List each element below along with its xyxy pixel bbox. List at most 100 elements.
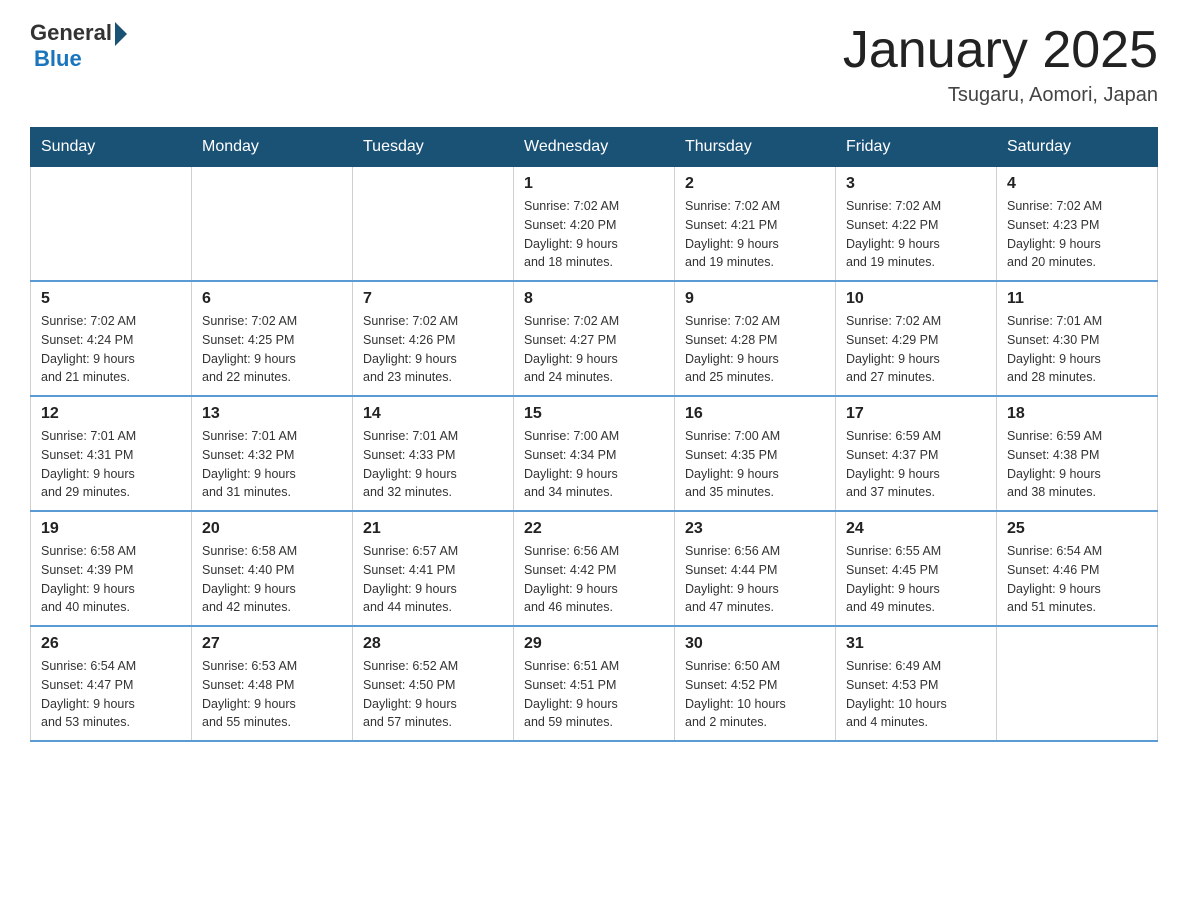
- day-number: 23: [685, 520, 825, 538]
- day-info: Sunrise: 7:02 AM Sunset: 4:25 PM Dayligh…: [202, 312, 342, 387]
- calendar-cell: 10 Sunrise: 7:02 AM Sunset: 4:29 PM Dayli…: [836, 281, 997, 396]
- calendar-cell: 23 Sunrise: 6:56 AM Sunset: 4:44 PM Dayli…: [675, 511, 836, 626]
- day-info: Sunrise: 7:02 AM Sunset: 4:27 PM Dayligh…: [524, 312, 664, 387]
- day-info: Sunrise: 6:57 AM Sunset: 4:41 PM Dayligh…: [363, 542, 503, 617]
- day-number: 22: [524, 520, 664, 538]
- calendar-body: 1 Sunrise: 7:02 AM Sunset: 4:20 PM Daylig…: [31, 167, 1158, 742]
- day-info: Sunrise: 7:02 AM Sunset: 4:20 PM Dayligh…: [524, 197, 664, 272]
- day-info: Sunrise: 6:58 AM Sunset: 4:40 PM Dayligh…: [202, 542, 342, 617]
- day-number: 2: [685, 175, 825, 193]
- day-number: 18: [1007, 405, 1147, 423]
- day-number: 21: [363, 520, 503, 538]
- calendar-cell: 3Sunrise: 7:02 AM Sunset: 4:22 PM Daylig…: [836, 167, 997, 282]
- day-info: Sunrise: 7:02 AM Sunset: 4:23 PM Dayligh…: [1007, 197, 1147, 272]
- day-info: Sunrise: 6:56 AM Sunset: 4:44 PM Dayligh…: [685, 542, 825, 617]
- day-info: Sunrise: 6:56 AM Sunset: 4:42 PM Dayligh…: [524, 542, 664, 617]
- title-section: January 2025 Tsugaru, Aomori, Japan: [843, 20, 1158, 107]
- day-info: Sunrise: 7:01 AM Sunset: 4:31 PM Dayligh…: [41, 427, 181, 502]
- calendar-header: SundayMondayTuesdayWednesdayThursdayFrid…: [31, 128, 1158, 167]
- days-of-week-row: SundayMondayTuesdayWednesdayThursdayFrid…: [31, 128, 1158, 167]
- day-of-week-header: Tuesday: [353, 128, 514, 167]
- day-info: Sunrise: 6:54 AM Sunset: 4:46 PM Dayligh…: [1007, 542, 1147, 617]
- day-info: Sunrise: 7:02 AM Sunset: 4:29 PM Dayligh…: [846, 312, 986, 387]
- day-number: 10: [846, 290, 986, 308]
- day-info: Sunrise: 6:55 AM Sunset: 4:45 PM Dayligh…: [846, 542, 986, 617]
- calendar-cell: 7 Sunrise: 7:02 AM Sunset: 4:26 PM Daylig…: [353, 281, 514, 396]
- day-of-week-header: Saturday: [997, 128, 1158, 167]
- calendar-cell: [192, 167, 353, 282]
- calendar-cell: 27 Sunrise: 6:53 AM Sunset: 4:48 PM Dayli…: [192, 626, 353, 741]
- day-number: 9: [685, 290, 825, 308]
- day-number: 11: [1007, 290, 1147, 308]
- calendar-cell: [353, 167, 514, 282]
- calendar-cell: 25 Sunrise: 6:54 AM Sunset: 4:46 PM Dayli…: [997, 511, 1158, 626]
- calendar-week-row: 1 Sunrise: 7:02 AM Sunset: 4:20 PM Daylig…: [31, 167, 1158, 282]
- calendar-cell: 22 Sunrise: 6:56 AM Sunset: 4:42 PM Dayli…: [514, 511, 675, 626]
- day-number: 20: [202, 520, 342, 538]
- calendar-cell: 6 Sunrise: 7:02 AM Sunset: 4:25 PM Daylig…: [192, 281, 353, 396]
- calendar-cell: 11Sunrise: 7:01 AM Sunset: 4:30 PM Dayli…: [997, 281, 1158, 396]
- day-number: 1: [524, 175, 664, 193]
- calendar-subtitle: Tsugaru, Aomori, Japan: [843, 84, 1158, 107]
- logo-arrow-icon: [115, 22, 127, 46]
- day-number: 5: [41, 290, 181, 308]
- calendar-cell: 31Sunrise: 6:49 AM Sunset: 4:53 PM Dayli…: [836, 626, 997, 741]
- day-info: Sunrise: 6:59 AM Sunset: 4:38 PM Dayligh…: [1007, 427, 1147, 502]
- calendar-week-row: 5 Sunrise: 7:02 AM Sunset: 4:24 PM Daylig…: [31, 281, 1158, 396]
- day-info: Sunrise: 6:54 AM Sunset: 4:47 PM Dayligh…: [41, 657, 181, 732]
- calendar-cell: 5 Sunrise: 7:02 AM Sunset: 4:24 PM Daylig…: [31, 281, 192, 396]
- day-number: 27: [202, 635, 342, 653]
- calendar-cell: 8 Sunrise: 7:02 AM Sunset: 4:27 PM Daylig…: [514, 281, 675, 396]
- day-number: 8: [524, 290, 664, 308]
- calendar-cell: 24 Sunrise: 6:55 AM Sunset: 4:45 PM Dayli…: [836, 511, 997, 626]
- day-of-week-header: Sunday: [31, 128, 192, 167]
- calendar-week-row: 12 Sunrise: 7:01 AM Sunset: 4:31 PM Dayli…: [31, 396, 1158, 511]
- calendar-cell: 20 Sunrise: 6:58 AM Sunset: 4:40 PM Dayli…: [192, 511, 353, 626]
- day-number: 16: [685, 405, 825, 423]
- day-number: 6: [202, 290, 342, 308]
- calendar-week-row: 19Sunrise: 6:58 AM Sunset: 4:39 PM Dayli…: [31, 511, 1158, 626]
- calendar-week-row: 26 Sunrise: 6:54 AM Sunset: 4:47 PM Dayli…: [31, 626, 1158, 741]
- calendar-cell: 28 Sunrise: 6:52 AM Sunset: 4:50 PM Dayli…: [353, 626, 514, 741]
- day-number: 26: [41, 635, 181, 653]
- day-number: 24: [846, 520, 986, 538]
- calendar-cell: 9 Sunrise: 7:02 AM Sunset: 4:28 PM Daylig…: [675, 281, 836, 396]
- day-info: Sunrise: 6:52 AM Sunset: 4:50 PM Dayligh…: [363, 657, 503, 732]
- calendar-cell: 21 Sunrise: 6:57 AM Sunset: 4:41 PM Dayli…: [353, 511, 514, 626]
- calendar-cell: 1 Sunrise: 7:02 AM Sunset: 4:20 PM Daylig…: [514, 167, 675, 282]
- day-info: Sunrise: 7:02 AM Sunset: 4:24 PM Dayligh…: [41, 312, 181, 387]
- day-info: Sunrise: 6:53 AM Sunset: 4:48 PM Dayligh…: [202, 657, 342, 732]
- calendar-cell: 15 Sunrise: 7:00 AM Sunset: 4:34 PM Dayli…: [514, 396, 675, 511]
- calendar-title: January 2025: [843, 20, 1158, 80]
- day-number: 31: [846, 635, 986, 653]
- day-info: Sunrise: 7:00 AM Sunset: 4:34 PM Dayligh…: [524, 427, 664, 502]
- day-number: 29: [524, 635, 664, 653]
- day-info: Sunrise: 6:50 AM Sunset: 4:52 PM Dayligh…: [685, 657, 825, 732]
- day-number: 4: [1007, 175, 1147, 193]
- day-number: 14: [363, 405, 503, 423]
- day-number: 15: [524, 405, 664, 423]
- day-number: 25: [1007, 520, 1147, 538]
- day-number: 7: [363, 290, 503, 308]
- day-info: Sunrise: 6:58 AM Sunset: 4:39 PM Dayligh…: [41, 542, 181, 617]
- logo: General Blue: [30, 20, 127, 72]
- calendar-cell: [997, 626, 1158, 741]
- day-number: 12: [41, 405, 181, 423]
- day-info: Sunrise: 7:02 AM Sunset: 4:26 PM Dayligh…: [363, 312, 503, 387]
- day-number: 28: [363, 635, 503, 653]
- day-number: 17: [846, 405, 986, 423]
- day-info: Sunrise: 7:01 AM Sunset: 4:32 PM Dayligh…: [202, 427, 342, 502]
- logo-blue-text: Blue: [34, 46, 82, 72]
- day-info: Sunrise: 6:51 AM Sunset: 4:51 PM Dayligh…: [524, 657, 664, 732]
- calendar-cell: 14Sunrise: 7:01 AM Sunset: 4:33 PM Dayli…: [353, 396, 514, 511]
- day-number: 3: [846, 175, 986, 193]
- calendar-cell: 16Sunrise: 7:00 AM Sunset: 4:35 PM Dayli…: [675, 396, 836, 511]
- day-info: Sunrise: 7:02 AM Sunset: 4:28 PM Dayligh…: [685, 312, 825, 387]
- day-of-week-header: Friday: [836, 128, 997, 167]
- calendar-cell: 17Sunrise: 6:59 AM Sunset: 4:37 PM Dayli…: [836, 396, 997, 511]
- logo-general-text: General: [30, 20, 112, 46]
- day-of-week-header: Monday: [192, 128, 353, 167]
- calendar-cell: 4 Sunrise: 7:02 AM Sunset: 4:23 PM Daylig…: [997, 167, 1158, 282]
- calendar-cell: 26 Sunrise: 6:54 AM Sunset: 4:47 PM Dayli…: [31, 626, 192, 741]
- calendar-cell: 2Sunrise: 7:02 AM Sunset: 4:21 PM Daylig…: [675, 167, 836, 282]
